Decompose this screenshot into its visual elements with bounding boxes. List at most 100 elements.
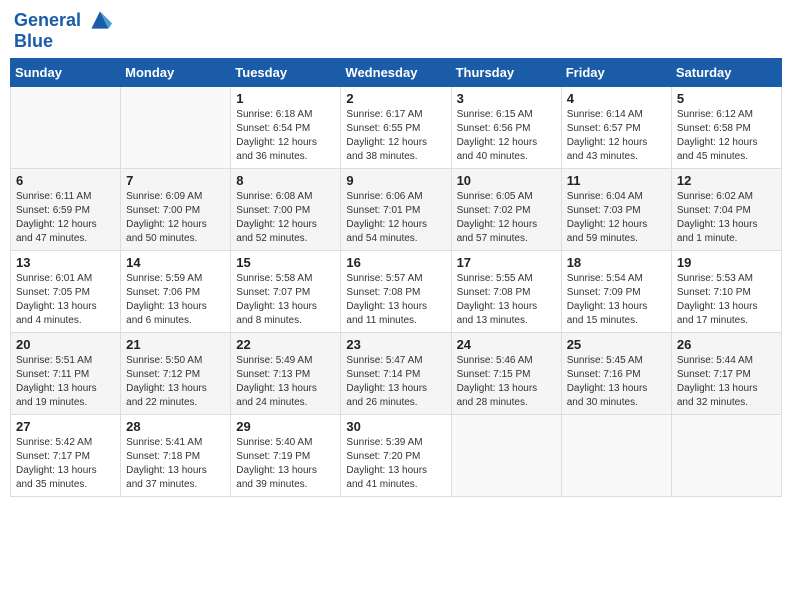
calendar-cell: 14Sunrise: 5:59 AM Sunset: 7:06 PM Dayli…: [121, 250, 231, 332]
calendar-cell: 4 Sunrise: 6:14 AM Sunset: 6:57 PM Daylig…: [561, 86, 671, 168]
day-info: Sunrise: 5:44 AM Sunset: 7:17 PM Dayligh…: [677, 354, 776, 410]
day-number: 30: [346, 419, 445, 434]
calendar-cell: 29 Sunrise: 5:40 AM Sunset: 7:19 PM Dayli…: [231, 414, 341, 496]
day-number: 2: [346, 91, 445, 106]
day-info: Sunrise: 5:45 AM Sunset: 7:16 PM Dayligh…: [567, 354, 666, 410]
calendar-week-2: 6 Sunrise: 6:11 AM Sunset: 6:59 PM Daylig…: [11, 168, 782, 250]
day-number: 6: [16, 173, 115, 188]
calendar-cell: 21Sunrise: 5:50 AM Sunset: 7:12 PM Dayli…: [121, 332, 231, 414]
weekday-header-tuesday: Tuesday: [231, 58, 341, 86]
calendar-week-1: 1Sunrise: 6:18 AM Sunset: 6:54 PM Daylig…: [11, 86, 782, 168]
day-number: 27: [16, 419, 115, 434]
calendar-cell: 6 Sunrise: 6:11 AM Sunset: 6:59 PM Daylig…: [11, 168, 121, 250]
day-info: Sunrise: 5:41 AM Sunset: 7:18 PM Dayligh…: [126, 436, 225, 492]
calendar-cell: [451, 414, 561, 496]
day-number: 16: [346, 255, 445, 270]
day-number: 24: [457, 337, 556, 352]
calendar-cell: 30 Sunrise: 5:39 AM Sunset: 7:20 PM Dayli…: [341, 414, 451, 496]
weekday-header-friday: Friday: [561, 58, 671, 86]
calendar-cell: 9 Sunrise: 6:06 AM Sunset: 7:01 PM Daylig…: [341, 168, 451, 250]
day-info: Sunrise: 6:17 AM Sunset: 6:55 PM Dayligh…: [346, 108, 445, 164]
day-number: 15: [236, 255, 335, 270]
calendar-cell: 22 Sunrise: 5:49 AM Sunset: 7:13 PM Dayli…: [231, 332, 341, 414]
calendar-cell: 25 Sunrise: 5:45 AM Sunset: 7:16 PM Dayli…: [561, 332, 671, 414]
day-number: 28: [126, 419, 225, 434]
day-info: Sunrise: 5:39 AM Sunset: 7:20 PM Dayligh…: [346, 436, 445, 492]
day-info: Sunrise: 5:58 AM Sunset: 7:07 PM Dayligh…: [236, 272, 335, 328]
day-info: Sunrise: 5:49 AM Sunset: 7:13 PM Dayligh…: [236, 354, 335, 410]
day-info: Sunrise: 5:55 AM Sunset: 7:08 PM Dayligh…: [457, 272, 556, 328]
day-info: Sunrise: 5:42 AM Sunset: 7:17 PM Dayligh…: [16, 436, 115, 492]
day-number: 11: [567, 173, 666, 188]
day-info: Sunrise: 6:05 AM Sunset: 7:02 PM Dayligh…: [457, 190, 556, 246]
calendar-cell: 12 Sunrise: 6:02 AM Sunset: 7:04 PM Dayli…: [671, 168, 781, 250]
day-info: Sunrise: 6:01 AM Sunset: 7:05 PM Dayligh…: [16, 272, 115, 328]
logo-text2: Blue: [14, 32, 112, 52]
day-info: Sunrise: 5:40 AM Sunset: 7:19 PM Dayligh…: [236, 436, 335, 492]
day-number: 19: [677, 255, 776, 270]
day-info: Sunrise: 6:14 AM Sunset: 6:57 PM Dayligh…: [567, 108, 666, 164]
day-info: Sunrise: 5:53 AM Sunset: 7:10 PM Dayligh…: [677, 272, 776, 328]
day-number: 7: [126, 173, 225, 188]
calendar-cell: 13 Sunrise: 6:01 AM Sunset: 7:05 PM Dayli…: [11, 250, 121, 332]
day-info: Sunrise: 6:02 AM Sunset: 7:04 PM Dayligh…: [677, 190, 776, 246]
calendar-cell: 26 Sunrise: 5:44 AM Sunset: 7:17 PM Dayli…: [671, 332, 781, 414]
day-number: 18: [567, 255, 666, 270]
day-number: 13: [16, 255, 115, 270]
calendar-cell: 28 Sunrise: 5:41 AM Sunset: 7:18 PM Dayli…: [121, 414, 231, 496]
weekday-header-saturday: Saturday: [671, 58, 781, 86]
calendar-cell: 17 Sunrise: 5:55 AM Sunset: 7:08 PM Dayli…: [451, 250, 561, 332]
calendar-cell: 23Sunrise: 5:47 AM Sunset: 7:14 PM Dayli…: [341, 332, 451, 414]
day-number: 25: [567, 337, 666, 352]
day-number: 9: [346, 173, 445, 188]
calendar-cell: 8Sunrise: 6:08 AM Sunset: 7:00 PM Daylig…: [231, 168, 341, 250]
calendar-week-3: 13 Sunrise: 6:01 AM Sunset: 7:05 PM Dayli…: [11, 250, 782, 332]
day-number: 1: [236, 91, 335, 106]
calendar-week-4: 20 Sunrise: 5:51 AM Sunset: 7:11 PM Dayli…: [11, 332, 782, 414]
day-info: Sunrise: 6:09 AM Sunset: 7:00 PM Dayligh…: [126, 190, 225, 246]
calendar-cell: 5Sunrise: 6:12 AM Sunset: 6:58 PM Daylig…: [671, 86, 781, 168]
weekday-header-row: SundayMondayTuesdayWednesdayThursdayFrid…: [11, 58, 782, 86]
calendar-table: SundayMondayTuesdayWednesdayThursdayFrid…: [10, 58, 782, 497]
weekday-header-monday: Monday: [121, 58, 231, 86]
calendar-week-5: 27 Sunrise: 5:42 AM Sunset: 7:17 PM Dayli…: [11, 414, 782, 496]
calendar-cell: [671, 414, 781, 496]
weekday-header-sunday: Sunday: [11, 58, 121, 86]
weekday-header-thursday: Thursday: [451, 58, 561, 86]
weekday-header-wednesday: Wednesday: [341, 58, 451, 86]
calendar-cell: 2 Sunrise: 6:17 AM Sunset: 6:55 PM Daylig…: [341, 86, 451, 168]
day-number: 22: [236, 337, 335, 352]
calendar-cell: 7 Sunrise: 6:09 AM Sunset: 7:00 PM Daylig…: [121, 168, 231, 250]
calendar-cell: 1Sunrise: 6:18 AM Sunset: 6:54 PM Daylig…: [231, 86, 341, 168]
day-info: Sunrise: 6:06 AM Sunset: 7:01 PM Dayligh…: [346, 190, 445, 246]
day-number: 26: [677, 337, 776, 352]
calendar-cell: 15 Sunrise: 5:58 AM Sunset: 7:07 PM Dayli…: [231, 250, 341, 332]
day-number: 29: [236, 419, 335, 434]
page-header: General Blue: [10, 10, 782, 52]
day-info: Sunrise: 6:04 AM Sunset: 7:03 PM Dayligh…: [567, 190, 666, 246]
calendar-cell: 3Sunrise: 6:15 AM Sunset: 6:56 PM Daylig…: [451, 86, 561, 168]
day-number: 12: [677, 173, 776, 188]
day-info: Sunrise: 6:08 AM Sunset: 7:00 PM Dayligh…: [236, 190, 335, 246]
day-info: Sunrise: 6:11 AM Sunset: 6:59 PM Dayligh…: [16, 190, 115, 246]
day-info: Sunrise: 5:54 AM Sunset: 7:09 PM Dayligh…: [567, 272, 666, 328]
calendar-cell: 16Sunrise: 5:57 AM Sunset: 7:08 PM Dayli…: [341, 250, 451, 332]
calendar-cell: 20 Sunrise: 5:51 AM Sunset: 7:11 PM Dayli…: [11, 332, 121, 414]
day-number: 17: [457, 255, 556, 270]
calendar-cell: [121, 86, 231, 168]
calendar-cell: 10 Sunrise: 6:05 AM Sunset: 7:02 PM Dayli…: [451, 168, 561, 250]
day-info: Sunrise: 5:46 AM Sunset: 7:15 PM Dayligh…: [457, 354, 556, 410]
calendar-cell: 27 Sunrise: 5:42 AM Sunset: 7:17 PM Dayli…: [11, 414, 121, 496]
day-number: 4: [567, 91, 666, 106]
day-number: 20: [16, 337, 115, 352]
calendar-cell: 18 Sunrise: 5:54 AM Sunset: 7:09 PM Dayli…: [561, 250, 671, 332]
day-number: 21: [126, 337, 225, 352]
day-number: 3: [457, 91, 556, 106]
logo: General Blue: [14, 10, 112, 52]
day-number: 14: [126, 255, 225, 270]
day-number: 10: [457, 173, 556, 188]
logo-text: General: [14, 10, 112, 32]
day-number: 5: [677, 91, 776, 106]
day-info: Sunrise: 5:47 AM Sunset: 7:14 PM Dayligh…: [346, 354, 445, 410]
day-info: Sunrise: 5:51 AM Sunset: 7:11 PM Dayligh…: [16, 354, 115, 410]
